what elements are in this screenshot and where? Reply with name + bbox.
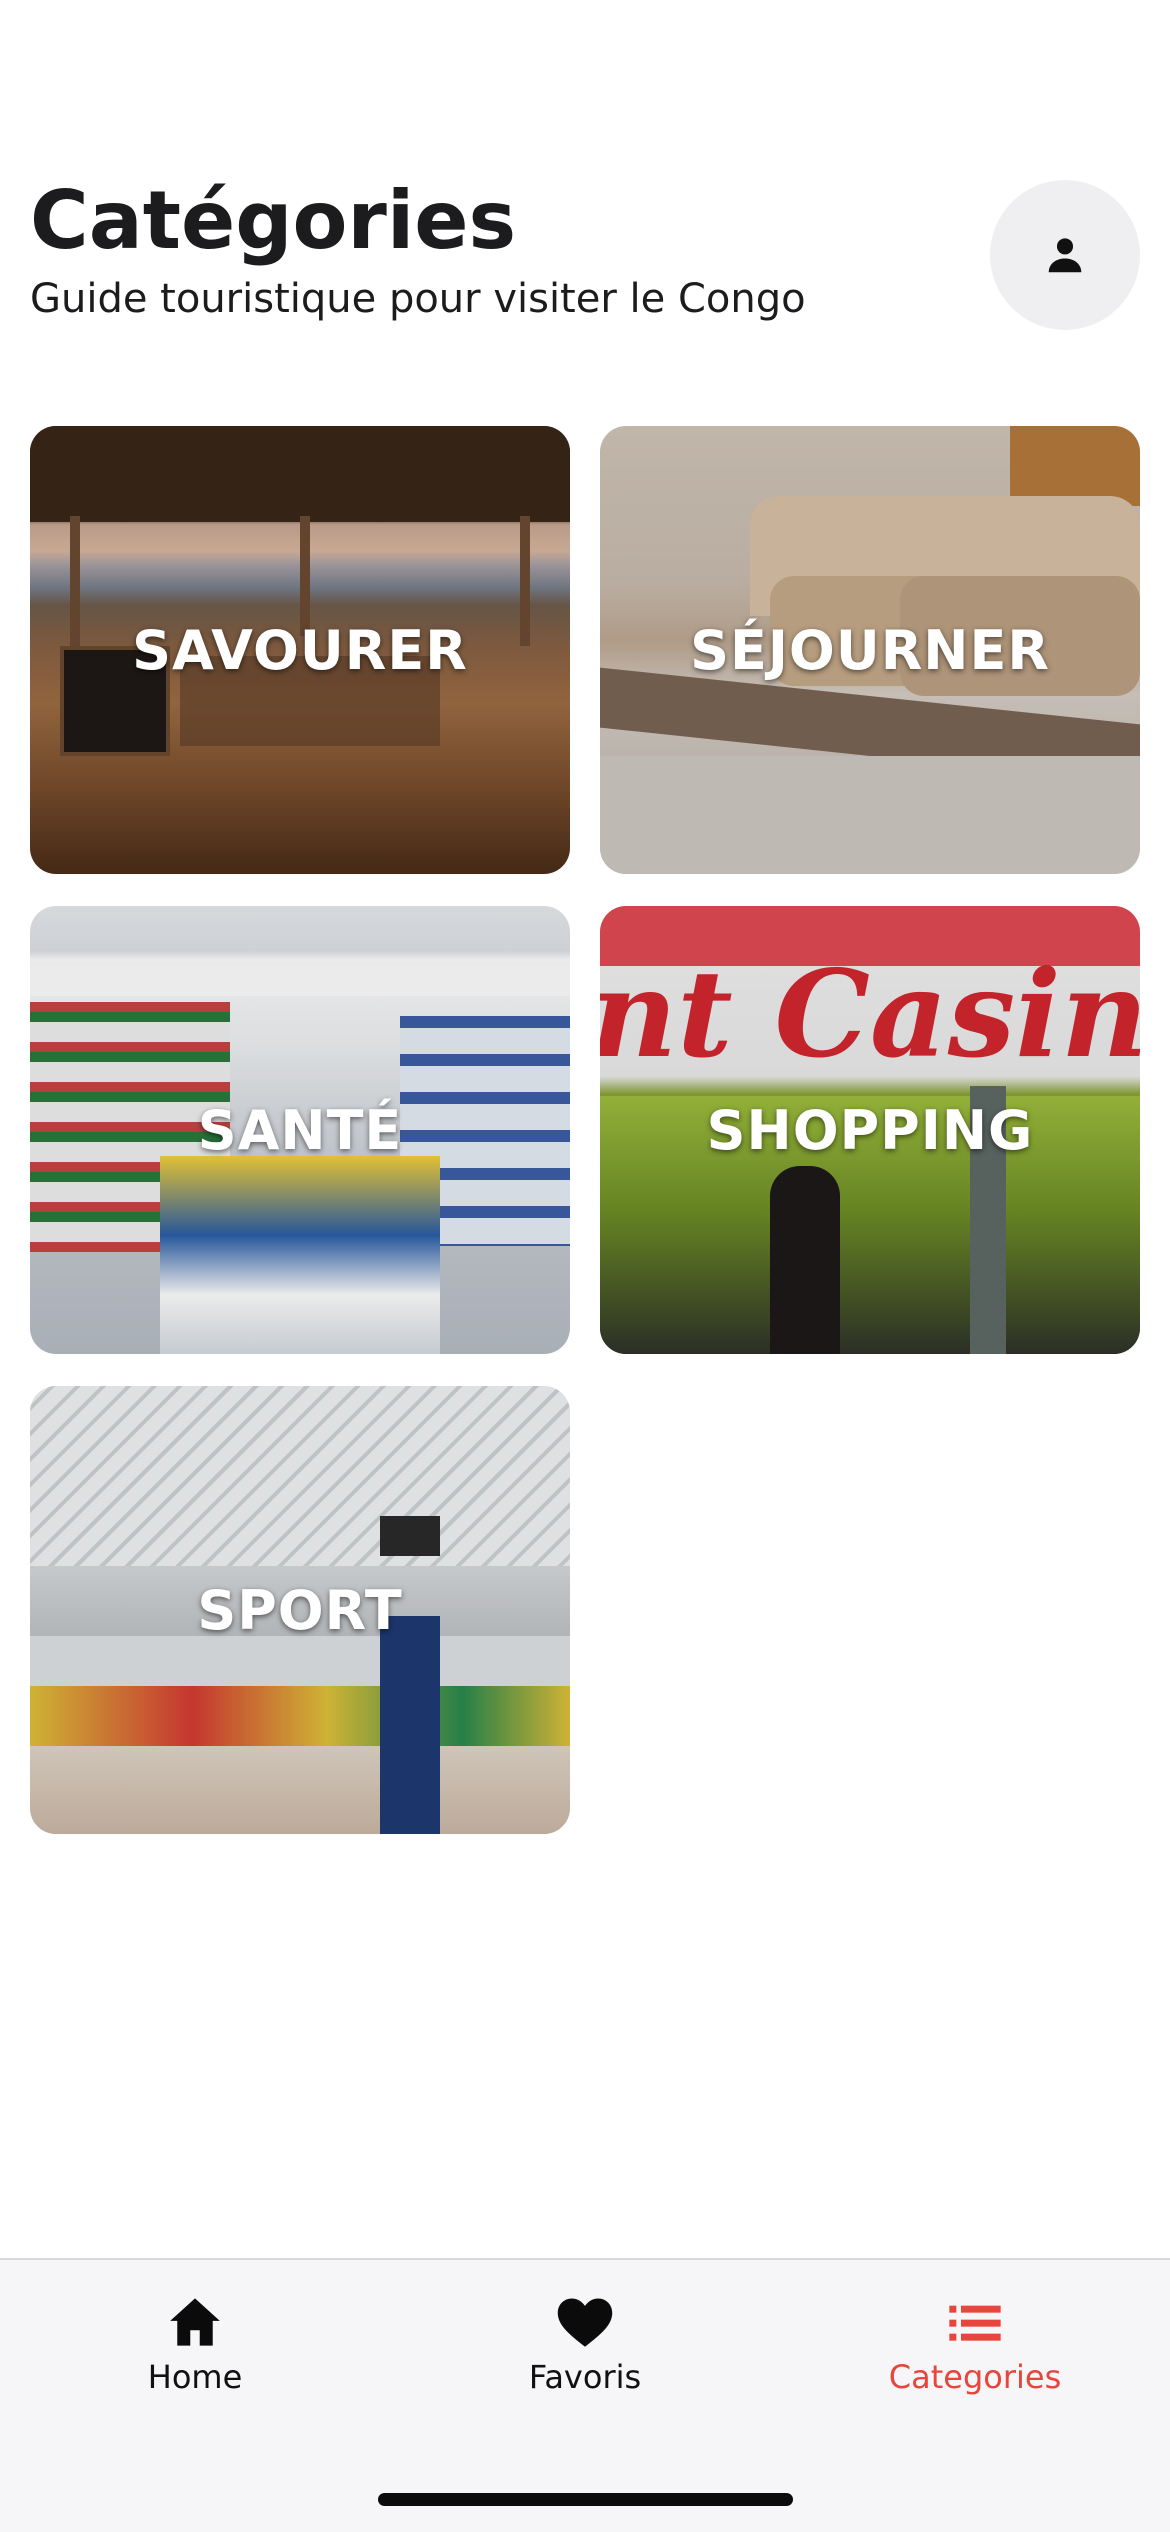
tab-label: Categories (888, 2358, 1062, 2396)
tab-categories[interactable]: Categories (845, 2296, 1105, 2406)
page-title: Catégories (30, 174, 517, 267)
profile-button[interactable] (990, 180, 1140, 330)
category-label: SÉJOURNER (690, 618, 1050, 682)
category-card-savourer[interactable]: SAVOURER (30, 426, 570, 874)
home-indicator[interactable] (378, 2493, 793, 2506)
category-label: SHOPPING (706, 1098, 1034, 1162)
list-icon (949, 2305, 1001, 2341)
page-subtitle: Guide touristique pour visiter le Congo (30, 276, 806, 322)
category-label: SPORT (197, 1578, 403, 1642)
category-label: SANTÉ (197, 1098, 403, 1162)
person-icon (1048, 238, 1082, 273)
home-icon (170, 2298, 220, 2346)
category-card-sante[interactable]: SANTÉ (30, 906, 570, 1354)
category-card-sport[interactable]: SPORT (30, 1386, 570, 1834)
category-card-sejourner[interactable]: SÉJOURNER (600, 426, 1140, 874)
tab-bar: Home Favoris Categories (0, 2258, 1170, 2532)
category-label: SAVOURER (132, 618, 468, 682)
tab-home[interactable]: Home (65, 2296, 325, 2406)
tab-favoris[interactable]: Favoris (455, 2296, 715, 2406)
tab-label: Favoris (528, 2358, 642, 2396)
heart-icon (557, 2298, 613, 2347)
category-card-shopping[interactable]: nt Casin SHOPPING (600, 906, 1140, 1354)
categories-screen: Catégories Guide touristique pour visite… (0, 0, 1170, 2532)
page-header: Catégories Guide touristique pour visite… (30, 175, 1140, 335)
tab-label: Home (147, 2358, 243, 2396)
